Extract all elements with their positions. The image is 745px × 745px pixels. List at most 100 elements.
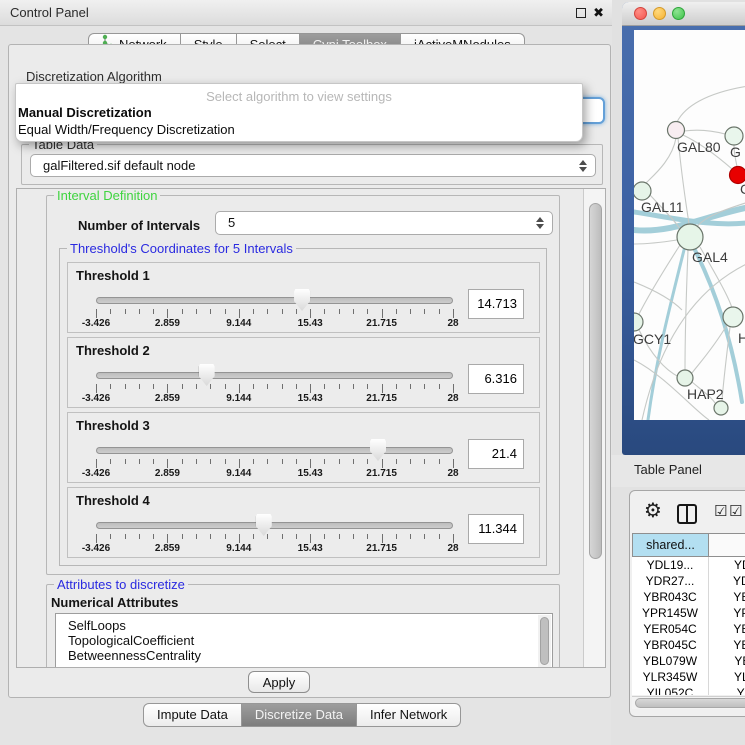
threshold-value-field[interactable]: 11.344 xyxy=(468,514,524,544)
network-node-label: GCY1 xyxy=(634,331,671,347)
network-node-gal11[interactable] xyxy=(634,182,651,200)
network-node-gal80[interactable] xyxy=(668,122,685,139)
slider-handle[interactable] xyxy=(294,289,310,311)
algorithm-placeholder-option[interactable]: Select algorithm to view settings xyxy=(16,84,582,104)
close-icon[interactable]: ✖ xyxy=(593,6,604,19)
tab-discretize-data[interactable]: Discretize Data xyxy=(242,703,357,727)
table-horizontal-scrollbar[interactable] xyxy=(632,696,745,709)
slider-tick xyxy=(310,534,311,543)
slider-handle[interactable] xyxy=(256,514,272,536)
slider-tick xyxy=(410,534,411,539)
cell-name: YBR0 xyxy=(709,589,745,605)
slider-tick xyxy=(353,534,354,539)
column-header-shared-name[interactable]: shared... xyxy=(632,533,709,557)
float-window-icon[interactable] xyxy=(576,8,586,18)
slider-track[interactable] xyxy=(96,372,453,379)
slider-handle[interactable] xyxy=(370,439,386,461)
network-node-label: HAP2 xyxy=(687,386,724,402)
slider-track[interactable] xyxy=(96,522,453,529)
slider-tick xyxy=(353,309,354,314)
attribute-list-item[interactable]: TopologicalCoefficient xyxy=(56,633,552,648)
algorithm-option-equal-width[interactable]: Equal Width/Frequency Discretization xyxy=(16,121,582,138)
threshold-value-field[interactable]: 14.713 xyxy=(468,289,524,319)
slider-tick xyxy=(382,534,383,543)
mac-close-icon[interactable] xyxy=(634,7,647,20)
attribute-list-item[interactable]: SelfLoops xyxy=(56,618,552,633)
slider-track[interactable] xyxy=(96,447,453,454)
network-node-gal4[interactable] xyxy=(677,224,703,250)
network-node-unnamed[interactable] xyxy=(714,401,728,415)
mac-zoom-icon[interactable] xyxy=(672,7,685,20)
slider-tick xyxy=(139,534,140,539)
slider-tick xyxy=(239,459,240,468)
table-toolbar: ⚙ ☑ ☑ xyxy=(630,491,745,533)
slider-tick xyxy=(96,384,97,393)
cell-shared-name: YER054C xyxy=(632,621,709,637)
threshold-value-field[interactable]: 6.316 xyxy=(468,364,524,394)
column-layout-icon[interactable] xyxy=(677,504,697,524)
number-of-intervals-label: Number of Intervals xyxy=(78,218,200,233)
tab-impute-data[interactable]: Impute Data xyxy=(143,703,242,727)
number-of-intervals-combobox[interactable]: 5 xyxy=(215,211,553,235)
slider-tick xyxy=(253,459,254,464)
cell-name: YLR3 xyxy=(709,669,745,685)
table-row[interactable]: YBR045CYBR0 xyxy=(632,637,745,653)
table-row[interactable]: YBL079WYBL0 xyxy=(632,653,745,669)
apply-button[interactable]: Apply xyxy=(248,671,310,693)
control-panel-window: Control Panel ✖ NetworkStyleSelectCyni T… xyxy=(0,0,612,745)
table-row[interactable]: YDL19...YDL1 xyxy=(632,557,745,573)
slider-tick xyxy=(153,459,154,464)
threshold-panel-3: Threshold 3-3.4262.8599.14415.4321.71528… xyxy=(67,412,540,483)
table-row[interactable]: YER054CYER0 xyxy=(632,621,745,637)
tab-infer-network[interactable]: Infer Network xyxy=(357,703,461,727)
gear-icon[interactable]: ⚙ xyxy=(644,498,662,523)
network-canvas[interactable]: GAL80GCGAL11GAL4GCY1HHAP2 xyxy=(634,30,745,420)
network-window-titlebar xyxy=(622,2,745,26)
slider-scale-label: 9.144 xyxy=(226,318,251,329)
table-row[interactable]: YDR27...YDR2 xyxy=(632,573,745,589)
threshold-value-field[interactable]: 21.4 xyxy=(468,439,524,469)
slider-tick xyxy=(310,384,311,393)
slider-scale-label: 21.715 xyxy=(366,468,397,479)
algorithm-option-manual[interactable]: Manual Discretization xyxy=(16,104,582,121)
slider-scale-label: 15.43 xyxy=(298,543,323,554)
slider-tick xyxy=(139,384,140,389)
threshold-label: Threshold 4 xyxy=(76,493,150,508)
cell-name: YBR0 xyxy=(709,637,745,653)
network-node-g[interactable] xyxy=(725,127,743,145)
attributes-list-scrollbar[interactable] xyxy=(538,615,551,668)
cell-name: YPR1 xyxy=(709,605,745,621)
checkbox-icon[interactable]: ☑ xyxy=(729,502,742,520)
numerical-attributes-list[interactable]: SelfLoopsTopologicalCoefficientBetweenne… xyxy=(55,613,553,668)
network-view-window: GAL80GCGAL11GAL4GCY1HHAP2 xyxy=(622,2,745,455)
slider-tick xyxy=(267,534,268,539)
slider-tick xyxy=(367,309,368,314)
slider-tick xyxy=(125,309,126,314)
slider-tick xyxy=(253,309,254,314)
slider-tick xyxy=(110,384,111,389)
mac-minimize-icon[interactable] xyxy=(653,7,666,20)
node-table: ⚙ ☑ ☑ shared... n YDL19...YDL1YDR27...YD… xyxy=(629,490,745,717)
scrollbar-thumb[interactable] xyxy=(635,698,745,708)
scrollbar-thumb[interactable] xyxy=(589,203,602,559)
slider-handle[interactable] xyxy=(199,364,215,386)
slider-track[interactable] xyxy=(96,297,453,304)
slider-tick xyxy=(225,534,226,539)
table-row[interactable]: YPR145WYPR1 xyxy=(632,605,745,621)
table-data-selected-value: galFiltered.sif default node xyxy=(43,155,195,177)
settings-vertical-scrollbar[interactable] xyxy=(583,189,606,667)
table-row[interactable]: YBR043CYBR0 xyxy=(632,589,745,605)
table-row[interactable]: YLR345WYLR3 xyxy=(632,669,745,685)
slider-tick xyxy=(210,309,211,314)
column-header-name[interactable]: n xyxy=(709,533,745,557)
slider-tick xyxy=(282,309,283,314)
attribute-list-item[interactable]: BetweennessCentrality xyxy=(56,648,552,663)
table-row[interactable]: YIL052CYIL0 xyxy=(632,685,745,695)
slider-tick xyxy=(267,384,268,389)
slider-tick xyxy=(410,309,411,314)
table-data-combobox[interactable]: galFiltered.sif default node xyxy=(30,154,596,177)
network-node-h[interactable] xyxy=(723,307,743,327)
network-node-gcy1[interactable] xyxy=(634,313,643,331)
network-node-hap2[interactable] xyxy=(677,370,693,386)
checkbox-icon[interactable]: ☑ xyxy=(714,502,727,520)
